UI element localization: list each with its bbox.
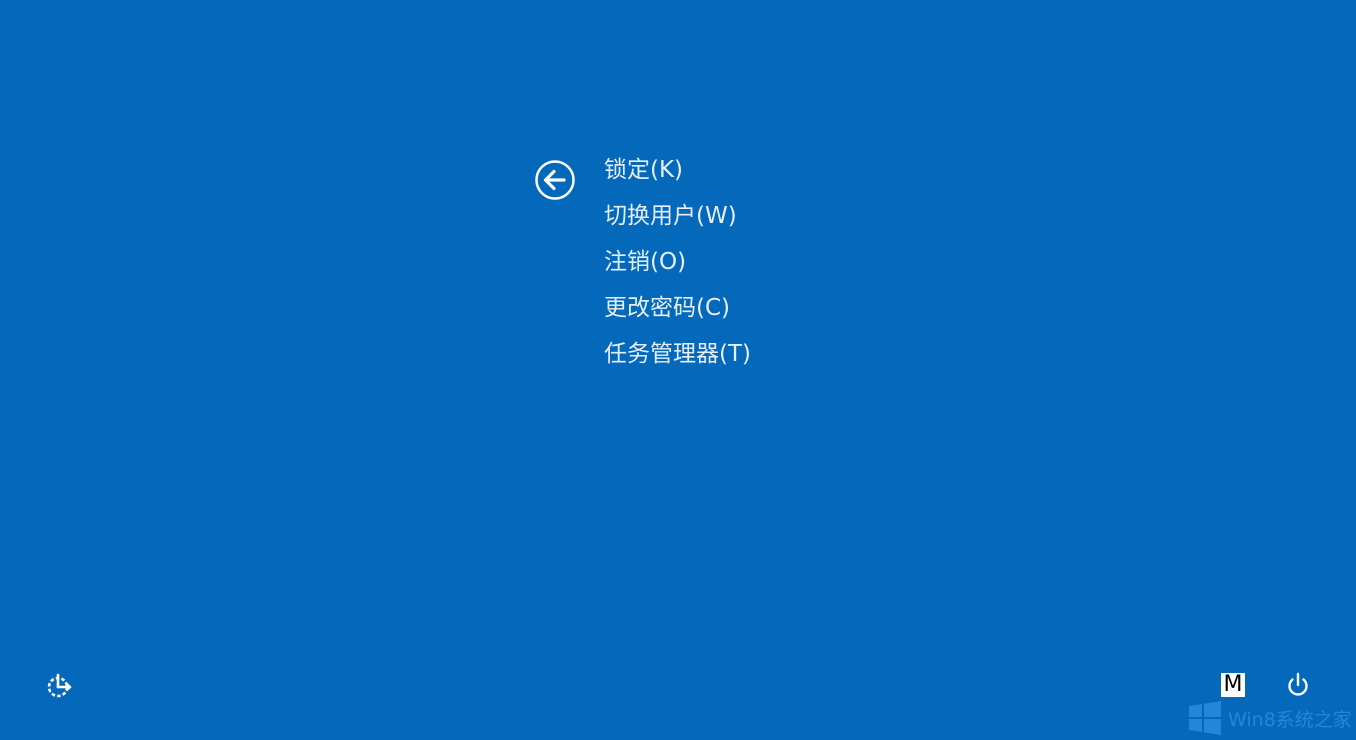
menu-item-task-manager[interactable]: 任务管理器(T)	[604, 334, 751, 380]
menu-item-switch-user[interactable]: 切换用户(W)	[604, 196, 751, 242]
menu-item-change-password[interactable]: 更改密码(C)	[604, 288, 751, 334]
back-arrow-circle-icon	[535, 160, 575, 200]
power-icon	[1288, 672, 1308, 696]
ease-of-access-icon	[47, 673, 72, 698]
ease-of-access-button[interactable]	[44, 671, 74, 701]
windows-logo-icon	[1189, 701, 1221, 735]
menu-item-lock[interactable]: 锁定(K)	[604, 150, 751, 196]
menu-item-sign-out[interactable]: 注销(O)	[604, 242, 751, 288]
power-button[interactable]	[1284, 671, 1312, 699]
back-button[interactable]	[534, 159, 576, 201]
watermark-text: Win8系统之家	[1228, 709, 1352, 731]
input-method-indicator[interactable]: M	[1221, 673, 1245, 697]
security-options-menu: 锁定(K) 切换用户(W) 注销(O) 更改密码(C) 任务管理器(T)	[604, 150, 751, 380]
security-options-screen: 锁定(K) 切换用户(W) 注销(O) 更改密码(C) 任务管理器(T) M W…	[0, 0, 1356, 740]
